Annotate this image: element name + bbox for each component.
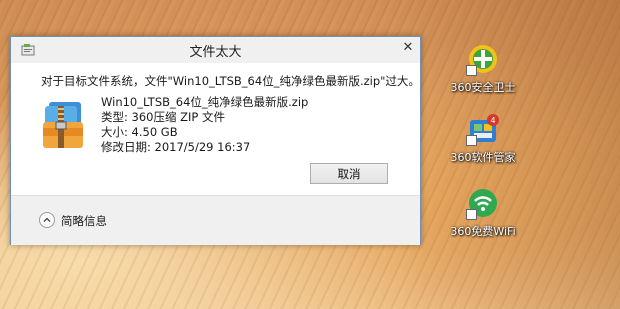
desktop-icon-label: 360安全卫士 bbox=[450, 81, 516, 94]
desktop-icon-360-free-wifi[interactable]: 360免费WiFi bbox=[447, 186, 519, 239]
file-info: Win10_LTSB_64位_纯净绿色最新版.zip 类型: 360压缩 ZIP… bbox=[101, 95, 308, 155]
file-size: 大小: 4.50 GB bbox=[101, 125, 178, 139]
shortcut-arrow-icon bbox=[466, 65, 477, 76]
cancel-button[interactable]: 取消 bbox=[310, 163, 388, 184]
360-safe-icon bbox=[466, 42, 500, 76]
desktop-icon-360-software-manager[interactable]: 4 360软件管家 bbox=[447, 112, 519, 165]
dialog-title: 文件太大 bbox=[189, 45, 242, 60]
desktop-icon-360-safe[interactable]: 360安全卫士 bbox=[447, 42, 519, 95]
svg-text:4: 4 bbox=[490, 116, 495, 125]
file-too-large-dialog: 文件太大 ✕ 对于目标文件系统，文件"Win10_LTSB_64位_纯净绿色最新… bbox=[10, 36, 421, 245]
zip-archive-icon bbox=[43, 102, 83, 148]
file-name: Win10_LTSB_64位_纯净绿色最新版.zip bbox=[101, 95, 309, 109]
chevron-up-icon bbox=[39, 212, 55, 228]
dialog-titlebar[interactable]: 文件太大 ✕ bbox=[11, 37, 420, 63]
close-icon: ✕ bbox=[402, 40, 414, 55]
close-button[interactable]: ✕ bbox=[400, 41, 416, 55]
error-message: 对于目标文件系统，文件"Win10_LTSB_64位_纯净绿色最新版.zip"过… bbox=[41, 74, 420, 88]
details-label: 简略信息 bbox=[61, 214, 107, 228]
file-type: 类型: 360压缩 ZIP 文件 bbox=[101, 110, 225, 124]
360-software-manager-icon: 4 bbox=[466, 112, 500, 146]
desktop-icon-label: 360免费WiFi bbox=[450, 225, 516, 238]
shortcut-arrow-icon bbox=[466, 209, 477, 220]
dialog-footer: 简略信息 bbox=[11, 195, 420, 245]
desktop-icon-label: 360软件管家 bbox=[450, 151, 516, 164]
360-free-wifi-icon bbox=[466, 186, 500, 220]
shortcut-arrow-icon bbox=[466, 135, 477, 146]
file-modified-date: 修改日期: 2017/5/29 16:37 bbox=[101, 140, 251, 154]
